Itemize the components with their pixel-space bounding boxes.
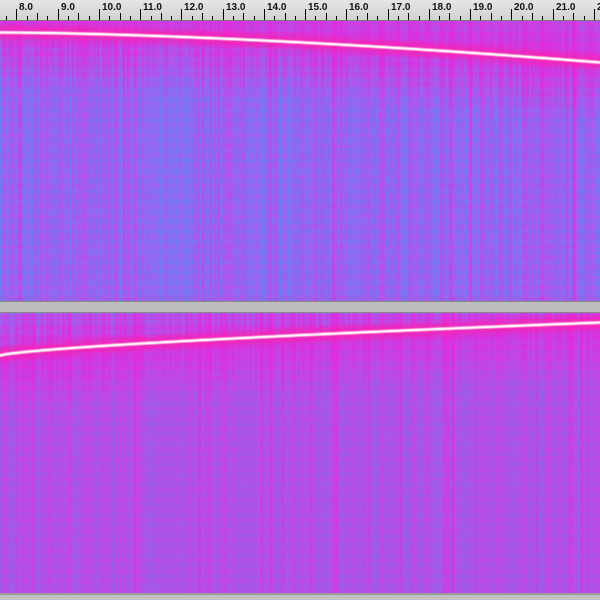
ruler-minor-tick xyxy=(501,16,502,20)
spectrogram-track-upper[interactable] xyxy=(0,21,600,301)
ruler-major-tick xyxy=(429,9,430,20)
ruler-label: 11.0 xyxy=(143,2,162,13)
ruler-mid-tick xyxy=(161,13,162,20)
spectrogram-track-lower[interactable] xyxy=(0,313,600,593)
ruler-minor-tick xyxy=(357,16,358,20)
ruler-mid-tick xyxy=(449,13,450,20)
ruler-minor-tick xyxy=(419,16,420,20)
ruler-minor-tick xyxy=(398,16,399,20)
timeline-ruler[interactable]: 8.0 9.0 10.0 11.0 12.0 13.0 14.0 15.0 16.0 17.0 18… xyxy=(0,0,600,21)
track-divider[interactable] xyxy=(0,301,600,313)
ruler-major-tick xyxy=(305,9,306,20)
ruler-major-tick xyxy=(264,9,265,20)
ruler-minor-tick xyxy=(27,16,28,20)
ruler-minor-tick xyxy=(522,16,523,20)
ruler-label: 10.0 xyxy=(102,2,122,13)
ruler-mid-tick xyxy=(37,13,38,20)
ruler-minor-tick xyxy=(542,16,543,20)
ruler-minor-tick xyxy=(130,16,131,20)
ruler-mid-tick xyxy=(491,13,492,20)
ruler-label: 9.0 xyxy=(61,2,75,13)
ruler-major-tick xyxy=(58,9,59,20)
ruler-major-tick xyxy=(223,9,224,20)
ruler-minor-tick xyxy=(377,16,378,20)
ruler-minor-tick xyxy=(563,16,564,20)
ruler-mid-tick xyxy=(573,13,574,20)
ruler-label: 15.0 xyxy=(308,2,328,13)
ruler-major-tick xyxy=(99,9,100,20)
ruler-mid-tick xyxy=(243,13,244,20)
ruler-minor-tick xyxy=(109,16,110,20)
ruler-label: 20.0 xyxy=(514,2,534,13)
ruler-minor-tick xyxy=(480,16,481,20)
spectrogram-canvas-upper[interactable] xyxy=(0,21,600,301)
ruler-minor-tick xyxy=(233,16,234,20)
ruler-major-tick xyxy=(388,9,389,20)
ruler-major-tick xyxy=(553,9,554,20)
ruler-minor-tick xyxy=(89,16,90,20)
ruler-mid-tick xyxy=(532,13,533,20)
ruler-mid-tick xyxy=(408,13,409,20)
track-bottom-border xyxy=(0,593,600,595)
ruler-major-tick xyxy=(594,9,595,20)
audio-editor-view: 8.0 9.0 10.0 11.0 12.0 13.0 14.0 15.0 16.0 17.0 18… xyxy=(0,0,600,600)
ruler-minor-tick xyxy=(254,16,255,20)
ruler-minor-tick xyxy=(171,16,172,20)
ruler-minor-tick xyxy=(192,16,193,20)
ruler-mid-tick xyxy=(326,13,327,20)
ruler-minor-tick xyxy=(439,16,440,20)
ruler-major-tick xyxy=(470,9,471,20)
ruler-label: 21.0 xyxy=(556,2,576,13)
ruler-label: 8.0 xyxy=(19,2,33,13)
spectrogram-canvas-lower[interactable] xyxy=(0,313,600,593)
ruler-major-tick xyxy=(140,9,141,20)
ruler-minor-tick xyxy=(584,16,585,20)
ruler-label: 17.0 xyxy=(391,2,411,13)
ruler-label: 12.0 xyxy=(184,2,204,13)
ruler-minor-tick xyxy=(336,16,337,20)
ruler-minor-tick xyxy=(6,16,7,20)
ruler-minor-tick xyxy=(151,16,152,20)
ruler-mid-tick xyxy=(202,13,203,20)
ruler-minor-tick xyxy=(68,16,69,20)
ruler-mid-tick xyxy=(285,13,286,20)
ruler-major-tick xyxy=(346,9,347,20)
ruler-minor-tick xyxy=(47,16,48,20)
ruler-major-tick xyxy=(511,9,512,20)
ruler-minor-tick xyxy=(295,16,296,20)
ruler-label: 18.0 xyxy=(432,2,452,13)
ruler-mid-tick xyxy=(78,13,79,20)
ruler-mid-tick xyxy=(367,13,368,20)
ruler-label: 16.0 xyxy=(349,2,369,13)
ruler-minor-tick xyxy=(315,16,316,20)
ruler-mid-tick xyxy=(120,13,121,20)
ruler-minor-tick xyxy=(212,16,213,20)
ruler-label: 19.0 xyxy=(473,2,493,13)
ruler-label: 13.0 xyxy=(226,2,246,13)
ruler-label: 14.0 xyxy=(267,2,287,13)
ruler-major-tick xyxy=(16,9,17,20)
ruler-major-tick xyxy=(181,9,182,20)
ruler-minor-tick xyxy=(460,16,461,20)
ruler-minor-tick xyxy=(274,16,275,20)
